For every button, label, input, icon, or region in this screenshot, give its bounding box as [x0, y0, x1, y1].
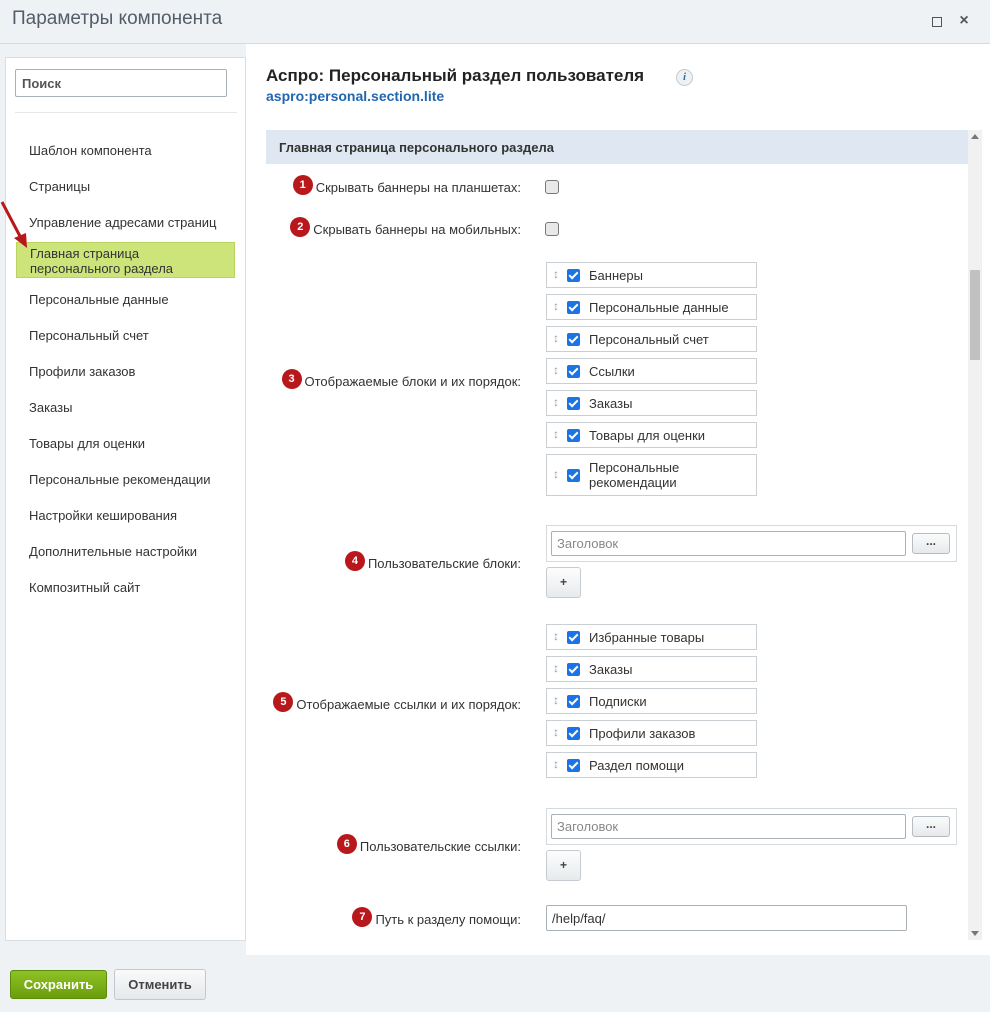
- search-input[interactable]: [15, 69, 227, 97]
- badge-6: 6: [336, 834, 357, 854]
- user-blocks-row: ...: [546, 525, 957, 562]
- field-label-user-links: 6 Пользовательские ссылки:: [336, 834, 521, 854]
- sidebar-item-products-review[interactable]: Товары для оценки: [29, 436, 145, 451]
- checkbox-checked-icon[interactable]: [567, 663, 580, 676]
- checkbox-checked-icon[interactable]: [567, 301, 580, 314]
- sidebar-item-recommendations[interactable]: Персональные рекомендации: [29, 472, 210, 487]
- badge-7: 7: [352, 907, 373, 927]
- block-item-personal-account[interactable]: ↕ Персональный счет: [546, 326, 757, 352]
- drag-handle-icon[interactable]: ↕: [553, 693, 559, 707]
- hide-tablet-checkbox[interactable]: [545, 180, 559, 194]
- sidebar-item-orders[interactable]: Заказы: [29, 400, 72, 415]
- component-code: aspro:personal.section.lite: [266, 88, 445, 104]
- scroll-thumb[interactable]: [970, 270, 980, 360]
- sidebar-item-personal-account[interactable]: Персональный счет: [29, 328, 149, 343]
- drag-handle-icon[interactable]: ↕: [553, 331, 559, 345]
- checkbox-checked-icon[interactable]: [567, 365, 580, 378]
- block-item-personal-data[interactable]: ↕ Персональные данные: [546, 294, 757, 320]
- field-label-hide-tablet: 1 Скрывать баннеры на планшетах:: [292, 175, 521, 195]
- drag-handle-icon[interactable]: ↕: [553, 363, 559, 377]
- drag-handle-icon[interactable]: ↕: [553, 661, 559, 675]
- sidebar-item-additional[interactable]: Дополнительные настройки: [29, 544, 197, 559]
- drag-handle-icon[interactable]: ↕: [553, 427, 559, 441]
- field-label-user-blocks: 4 Пользовательские блоки:: [344, 551, 521, 571]
- link-item-subscriptions[interactable]: ↕ Подписки: [546, 688, 757, 714]
- user-block-more-button[interactable]: ...: [912, 533, 950, 554]
- sidebar-item-order-profiles[interactable]: Профили заказов: [29, 364, 135, 379]
- sidebar-item-composite[interactable]: Композитный сайт: [29, 580, 140, 595]
- hide-mobile-checkbox[interactable]: [545, 222, 559, 236]
- section-header: Главная страница персонального раздела: [266, 130, 968, 164]
- checkbox-checked-icon[interactable]: [567, 469, 580, 482]
- checkbox-checked-icon[interactable]: [567, 429, 580, 442]
- block-item-products-review[interactable]: ↕ Товары для оценки: [546, 422, 757, 448]
- sidebar-item-template[interactable]: Шаблон компонента: [29, 143, 152, 158]
- field-label-hide-mobile: 2 Скрывать баннеры на мобильных:: [290, 217, 521, 237]
- window-title: Параметры компонента: [12, 8, 223, 29]
- block-item-orders[interactable]: ↕ Заказы: [546, 390, 757, 416]
- maximize-icon[interactable]: [930, 14, 944, 28]
- sidebar-item-label-line2: персонального раздела: [30, 261, 174, 276]
- close-icon[interactable]: ×: [957, 13, 971, 29]
- link-item-favorites[interactable]: ↕ Избранные товары: [546, 624, 757, 650]
- drag-handle-icon[interactable]: ↕: [553, 757, 559, 771]
- cancel-button[interactable]: Отменить: [114, 969, 206, 1000]
- sidebar-item-personal-data[interactable]: Персональные данные: [29, 292, 169, 307]
- link-item-help[interactable]: ↕ Раздел помощи: [546, 752, 757, 778]
- link-item-orders[interactable]: ↕ Заказы: [546, 656, 757, 682]
- drag-handle-icon[interactable]: ↕: [553, 299, 559, 313]
- sidebar-item-label-line1: Главная страница: [30, 246, 140, 261]
- badge-3: 3: [281, 369, 302, 389]
- drag-handle-icon[interactable]: ↕: [553, 267, 559, 281]
- drag-handle-icon[interactable]: ↕: [553, 725, 559, 739]
- checkbox-checked-icon[interactable]: [567, 333, 580, 346]
- block-item-banners[interactable]: ↕ Баннеры: [546, 262, 757, 288]
- help-path-input[interactable]: [546, 905, 907, 931]
- sidebar-divider: [15, 112, 237, 113]
- save-button[interactable]: Сохранить: [10, 970, 107, 999]
- user-block-add-button[interactable]: +: [546, 567, 581, 598]
- user-link-more-button[interactable]: ...: [912, 816, 950, 837]
- checkbox-checked-icon[interactable]: [567, 695, 580, 708]
- user-block-title-input[interactable]: [551, 531, 906, 556]
- badge-2: 2: [290, 217, 311, 237]
- checkbox-checked-icon[interactable]: [567, 727, 580, 740]
- scroll-down-icon[interactable]: [971, 931, 979, 936]
- badge-4: 4: [344, 551, 365, 571]
- block-item-recommendations[interactable]: ↕ Персональные рекомендации: [546, 454, 757, 496]
- sidebar-item-caching[interactable]: Настройки кеширования: [29, 508, 177, 523]
- scrollbar[interactable]: [968, 130, 982, 940]
- component-title: Аспро: Персональный раздел пользователя: [266, 66, 645, 85]
- main-content: Аспро: Персональный раздел пользователя …: [246, 44, 990, 955]
- drag-handle-icon[interactable]: ↕: [553, 467, 559, 481]
- checkbox-checked-icon[interactable]: [567, 269, 580, 282]
- badge-5: 5: [273, 692, 294, 712]
- window-titlebar: Параметры компонента ×: [0, 0, 990, 44]
- checkbox-checked-icon[interactable]: [567, 759, 580, 772]
- field-label-blocks: 3 Отображаемые блоки и их порядок:: [281, 369, 521, 389]
- badge-1: 1: [292, 175, 313, 195]
- drag-handle-icon[interactable]: ↕: [553, 629, 559, 643]
- checkbox-checked-icon[interactable]: [567, 397, 580, 410]
- sidebar-item-main-page[interactable]: Главная страница персонального раздела: [16, 242, 235, 278]
- field-label-help-path: 7 Путь к разделу помощи:: [352, 907, 521, 927]
- drag-handle-icon[interactable]: ↕: [553, 395, 559, 409]
- scroll-up-icon[interactable]: [971, 134, 979, 139]
- sidebar-item-url-management[interactable]: Управление адресами страниц: [29, 215, 217, 230]
- checkbox-checked-icon[interactable]: [567, 631, 580, 644]
- user-links-row: ...: [546, 808, 957, 845]
- user-link-title-input[interactable]: [551, 814, 906, 839]
- link-item-order-profiles[interactable]: ↕ Профили заказов: [546, 720, 757, 746]
- field-label-links: 5 Отображаемые ссылки и их порядок:: [273, 692, 521, 712]
- annotation-arrow-icon: [0, 201, 27, 248]
- info-icon[interactable]: i: [676, 69, 693, 86]
- user-link-add-button[interactable]: +: [546, 850, 581, 881]
- sidebar: Шаблон компонента Страницы Управление ад…: [5, 57, 246, 941]
- block-item-links[interactable]: ↕ Ссылки: [546, 358, 757, 384]
- sidebar-item-pages[interactable]: Страницы: [29, 179, 90, 194]
